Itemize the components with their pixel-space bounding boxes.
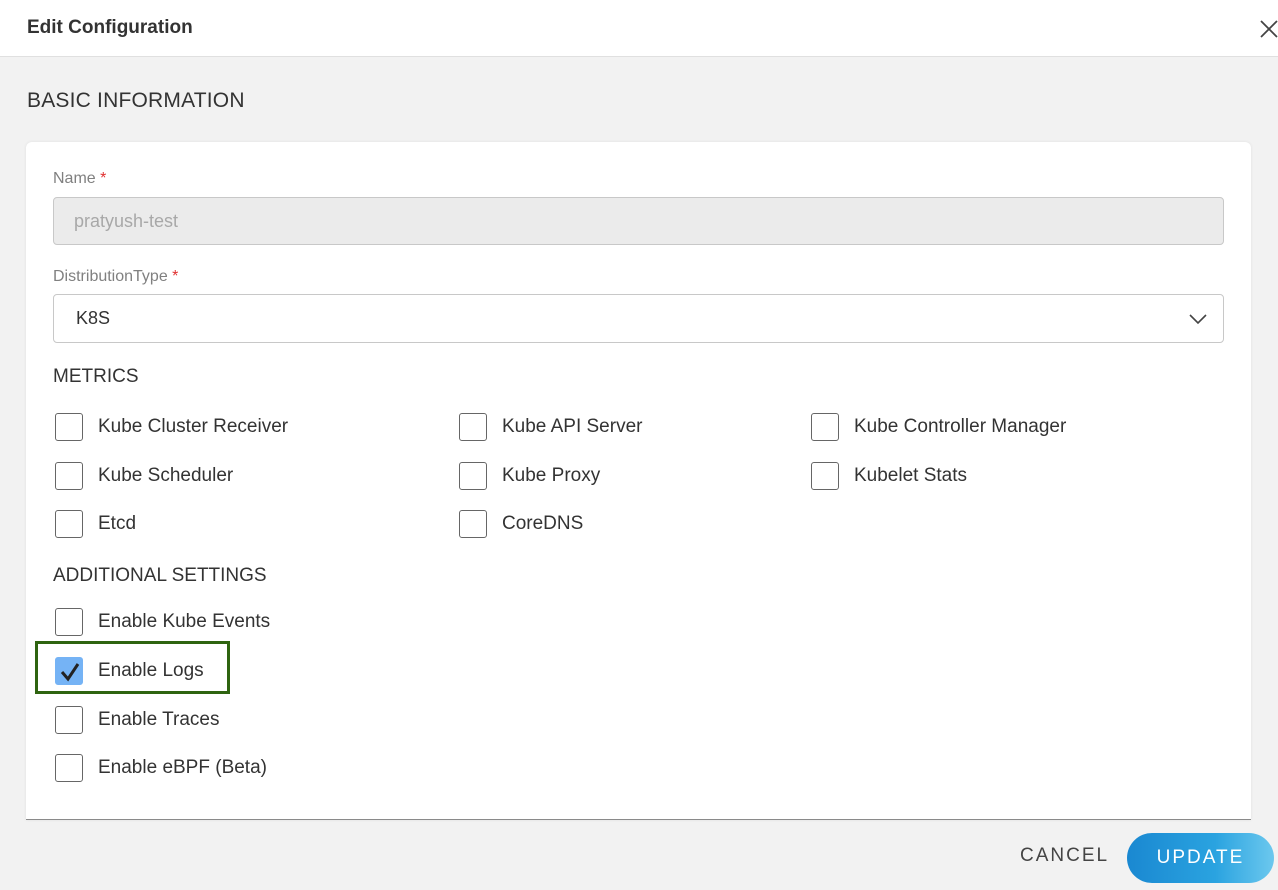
checkbox-box[interactable] [811, 462, 839, 490]
checkbox-box[interactable] [55, 608, 83, 636]
section-title: BASIC INFORMATION [27, 89, 245, 112]
distribution-label: DistributionType * [53, 268, 178, 286]
checkbox-kube-proxy[interactable]: Kube Proxy [459, 461, 600, 491]
close-icon [1260, 20, 1278, 38]
checkbox-box[interactable] [55, 413, 83, 441]
checkbox-label: Kube Cluster Receiver [98, 416, 289, 437]
checkbox-label: CoreDNS [502, 513, 584, 534]
name-label-text: Name [53, 170, 96, 187]
checkbox-kube-controller-manager[interactable]: Kube Controller Manager [811, 412, 1066, 442]
checkbox-label: Enable Logs [98, 660, 204, 681]
cancel-button[interactable]: CANCEL [1020, 845, 1109, 867]
checkbox-box-checked[interactable] [55, 657, 83, 685]
checkbox-kube-scheduler[interactable]: Kube Scheduler [55, 461, 233, 491]
dialog-title: Edit Configuration [27, 17, 193, 38]
metrics-title: METRICS [53, 366, 139, 387]
checkbox-coredns[interactable]: CoreDNS [459, 509, 583, 539]
checkbox-label: Kube API Server [502, 416, 643, 437]
checkbox-label: Enable Kube Events [98, 611, 271, 632]
checkbox-label: Kube Scheduler [98, 465, 234, 486]
distribution-value: K8S [76, 308, 111, 328]
distribution-label-text: DistributionType [53, 268, 168, 285]
name-input[interactable]: pratyush-test [53, 197, 1224, 245]
checkbox-kube-api-server[interactable]: Kube API Server [459, 412, 642, 442]
checkbox-enable-logs[interactable]: Enable Logs [55, 656, 204, 686]
distribution-select[interactable]: K8S [53, 294, 1224, 343]
required-mark: * [100, 170, 107, 187]
required-mark: * [172, 268, 179, 285]
dialog-header: Edit Configuration [0, 0, 1278, 57]
checkbox-label: Enable Traces [98, 709, 220, 730]
checkbox-box[interactable] [459, 413, 487, 441]
name-label: Name * [53, 170, 106, 188]
checkbox-kubelet-stats[interactable]: Kubelet Stats [811, 461, 967, 491]
checkbox-label: Kube Proxy [502, 465, 601, 486]
checkbox-box[interactable] [55, 754, 83, 782]
checkbox-label: Enable eBPF (Beta) [98, 757, 267, 778]
checkbox-kube-cluster-receiver[interactable]: Kube Cluster Receiver [55, 412, 288, 442]
checkbox-label: Etcd [98, 513, 137, 534]
form-card: Name * pratyush-test DistributionType * … [26, 142, 1251, 820]
checkbox-label: Kubelet Stats [854, 465, 968, 486]
close-button[interactable] [1258, 18, 1278, 40]
checkbox-box[interactable] [459, 462, 487, 490]
checkbox-box[interactable] [55, 706, 83, 734]
checkbox-label: Kube Controller Manager [854, 416, 1067, 437]
checkbox-box[interactable] [55, 462, 83, 490]
checkmark-icon [60, 663, 80, 682]
additional-settings-title: ADDITIONAL SETTINGS [53, 565, 267, 586]
checkbox-box[interactable] [459, 510, 487, 538]
chevron-down-icon [1189, 314, 1207, 325]
checkbox-enable-kube-events[interactable]: Enable Kube Events [55, 607, 270, 637]
checkbox-box[interactable] [811, 413, 839, 441]
update-button[interactable]: UPDATE [1127, 833, 1274, 883]
checkbox-box[interactable] [55, 510, 83, 538]
checkbox-enable-traces[interactable]: Enable Traces [55, 705, 219, 735]
checkbox-etcd[interactable]: Etcd [55, 509, 136, 539]
checkbox-enable-ebpf[interactable]: Enable eBPF (Beta) [55, 753, 267, 783]
